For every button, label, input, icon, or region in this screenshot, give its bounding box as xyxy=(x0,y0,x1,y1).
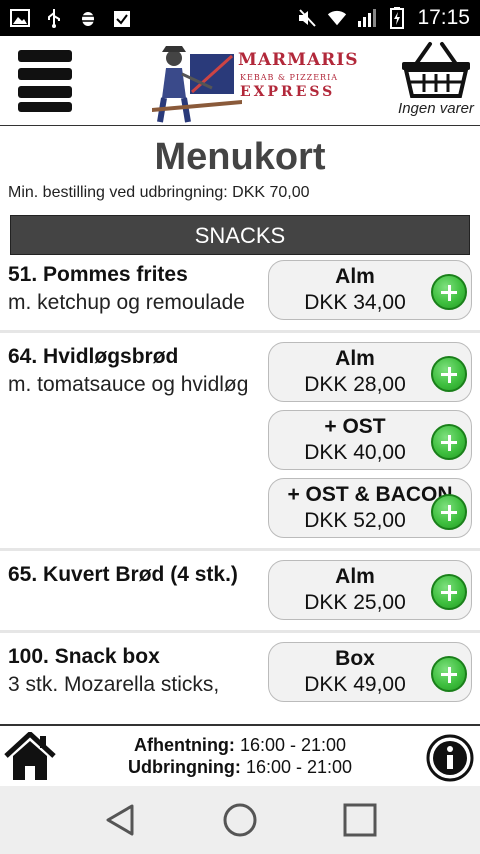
recents-button[interactable] xyxy=(340,800,380,840)
item-name: 64. Hvidløgsbrød xyxy=(8,345,179,368)
logo-title: MARMARIS xyxy=(238,50,359,70)
opening-hours: Afhentning: 16:00 - 21:00 Udbringning: 1… xyxy=(60,734,420,778)
home-circle-icon xyxy=(223,803,257,837)
cart-status-label: Ingen varer xyxy=(398,100,474,117)
image-icon xyxy=(10,8,30,28)
status-bar: 17:15 xyxy=(0,0,480,36)
menu-content[interactable]: Menukort Min. bestilling ved udbringning… xyxy=(0,127,480,724)
usb-icon xyxy=(44,8,64,28)
add-to-cart-icon[interactable] xyxy=(431,494,467,530)
back-button[interactable] xyxy=(100,800,140,840)
hamburger-menu-button[interactable] xyxy=(18,50,72,112)
delivery-hours: 16:00 - 21:00 xyxy=(245,757,353,777)
page-title: Menukort xyxy=(154,136,326,178)
item-description: m. tomatsauce og hvidløg xyxy=(8,373,249,396)
logo-subtitle: KEBAB & PIZZERIA xyxy=(240,73,339,82)
back-triangle-icon xyxy=(106,804,134,836)
menu-bar-icon xyxy=(18,50,72,62)
add-to-cart-icon[interactable] xyxy=(431,274,467,310)
menu-item: 100. Snack box 3 stk. Mozarella sticks, … xyxy=(0,633,480,712)
item-description: 3 stk. Mozarella sticks, xyxy=(8,673,220,696)
delivery-label: Udbringning: xyxy=(127,757,241,777)
info-button[interactable] xyxy=(426,734,474,782)
variant-option[interactable]: + OST DKK 40,00 xyxy=(268,410,472,470)
battery-icon xyxy=(387,7,407,29)
signal-icon xyxy=(357,8,377,28)
house-icon xyxy=(4,731,56,780)
variant-option[interactable]: Alm DKK 28,00 xyxy=(268,342,472,402)
menu-bar-icon xyxy=(18,86,72,98)
basket-icon xyxy=(402,42,470,98)
logo-tagline: EXPRESS xyxy=(240,84,336,100)
clipboard-check-icon xyxy=(112,8,132,28)
info-icon xyxy=(426,734,474,782)
add-to-cart-icon[interactable] xyxy=(431,356,467,392)
pickup-label: Afhentning: xyxy=(133,735,235,755)
variant-option[interactable]: + OST & BACON DKK 52,00 xyxy=(268,478,472,538)
menu-bar-icon xyxy=(18,102,72,112)
item-description: m. ketchup og remoulade xyxy=(8,291,245,314)
min-order-text: Min. bestilling ved udbringning: DKK 70,… xyxy=(8,184,310,201)
menu-item: 65. Kuvert Brød (4 stk.) Alm DKK 25,00 xyxy=(0,551,480,633)
recents-square-icon xyxy=(343,803,377,837)
item-name: 51. Pommes frites xyxy=(8,263,188,286)
menu-item: 51. Pommes frites m. ketchup og remoulad… xyxy=(0,255,480,333)
opening-hours-footer: Afhentning: 16:00 - 21:00 Udbringning: 1… xyxy=(0,724,480,786)
pickup-hours: 16:00 - 21:00 xyxy=(239,735,347,755)
delivery-hours-line: Udbringning: 16:00 - 21:00 xyxy=(60,756,420,778)
add-to-cart-icon[interactable] xyxy=(431,656,467,692)
mute-icon xyxy=(297,8,317,28)
clock: 17:15 xyxy=(417,6,470,29)
variant-option[interactable]: Alm DKK 34,00 xyxy=(268,260,472,320)
add-to-cart-icon[interactable] xyxy=(431,574,467,610)
menu-bar-icon xyxy=(18,68,72,80)
android-debug-icon xyxy=(78,8,98,28)
system-navigation-bar xyxy=(0,786,480,854)
home-nav-button[interactable] xyxy=(220,800,260,840)
pickup-hours-line: Afhentning: 16:00 - 21:00 xyxy=(60,734,420,756)
add-to-cart-icon[interactable] xyxy=(431,424,467,460)
wifi-icon xyxy=(327,8,347,28)
app-header: MARMARIS KEBAB & PIZZERIA EXPRESS Ingen … xyxy=(0,36,480,126)
section-header-snacks[interactable]: SNACKS xyxy=(10,215,470,255)
variant-option[interactable]: Alm DKK 25,00 xyxy=(268,560,472,620)
item-name: 65. Kuvert Brød (4 stk.) xyxy=(8,563,238,586)
variant-option[interactable]: Box DKK 49,00 xyxy=(268,642,472,702)
item-name: 100. Snack box xyxy=(8,645,160,668)
home-button[interactable] xyxy=(4,731,56,782)
menu-item: 64. Hvidløgsbrød m. tomatsauce og hvidlø… xyxy=(0,333,480,551)
